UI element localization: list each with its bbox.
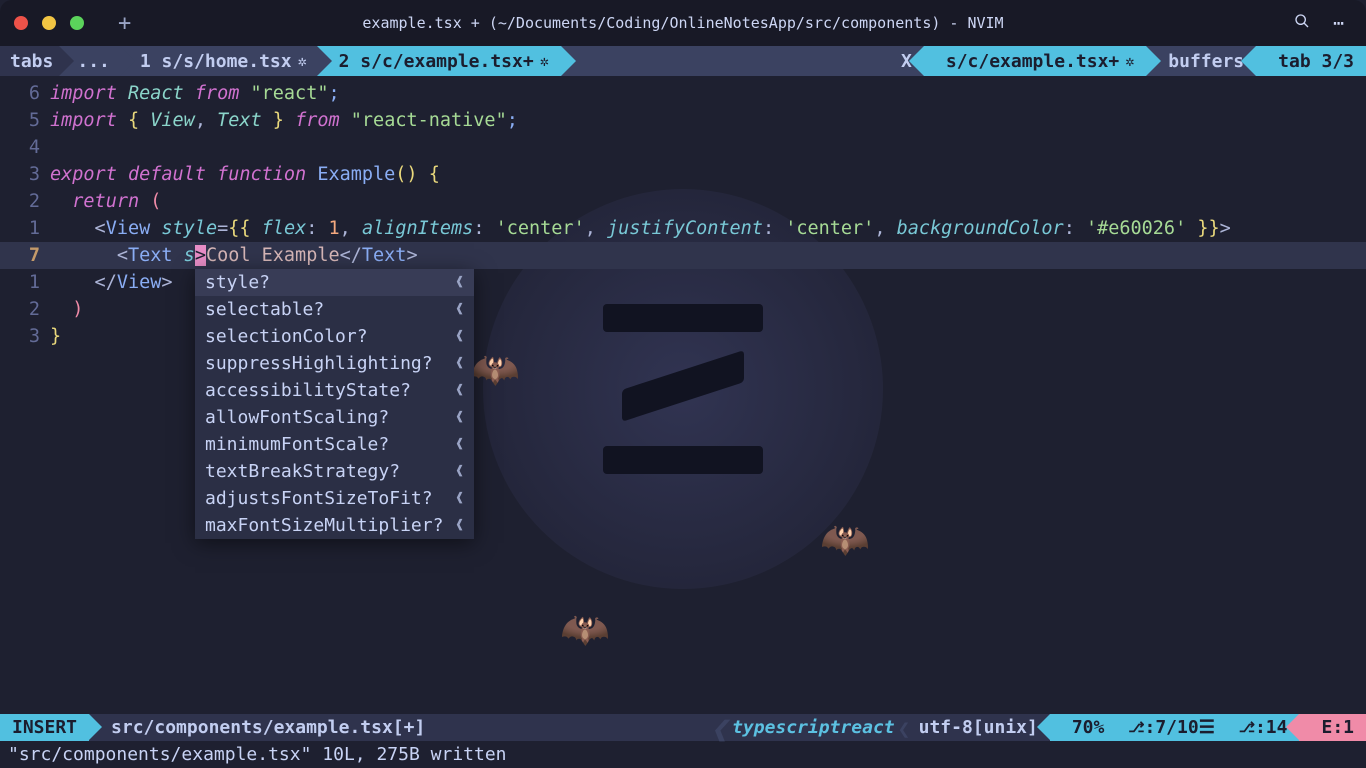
snippet-icon: ❰: [455, 404, 463, 431]
close-window-button[interactable]: [14, 16, 28, 30]
more-icon[interactable]: ⋯: [1333, 13, 1346, 34]
code-line-current: 7 <Text s>Cool Example</Text>: [0, 242, 1366, 269]
completion-item[interactable]: selectable?❰: [195, 296, 474, 323]
file-path: src/components/example.tsx[+]: [89, 714, 437, 741]
gear-icon: ✲: [1125, 52, 1134, 70]
bat-icon: 🦇: [560, 606, 610, 653]
line-indicator: ⎇:7/10☰: [1116, 714, 1226, 741]
code-line: 6import React from "react";: [0, 80, 1366, 107]
snippet-icon: ❰: [455, 485, 463, 512]
titlebar: + example.tsx + (~/Documents/Coding/Onli…: [0, 0, 1366, 46]
new-tab-icon[interactable]: +: [118, 11, 131, 36]
completion-item[interactable]: style?❰: [195, 269, 474, 296]
completion-item[interactable]: suppressHighlighting?❰: [195, 350, 474, 377]
window-title: example.tsx + (~/Documents/Coding/Online…: [0, 14, 1366, 32]
snippet-icon: ❰: [455, 458, 463, 485]
traffic-lights: [14, 16, 84, 30]
completion-popup: style?❰ selectable?❰ selectionColor?❰ su…: [195, 269, 474, 539]
buffer-active[interactable]: s/c/example.tsx+ ✲: [924, 46, 1146, 76]
code-line: 1 <View style={{ flex: 1, alignItems: 'c…: [0, 215, 1366, 242]
command-line: "src/components/example.tsx" 10L, 275B w…: [0, 741, 1366, 768]
completion-item[interactable]: minimumFontScale?❰: [195, 431, 474, 458]
completion-item[interactable]: allowFontScaling?❰: [195, 404, 474, 431]
bat-icon: 🦇: [470, 346, 520, 393]
diagnostics-error: E:1: [1299, 714, 1366, 741]
tabline: tabs ... 1 s/s/home.tsx ✲ 2 s/c/example.…: [0, 46, 1366, 76]
tab-counter: tab 3/3: [1256, 46, 1366, 76]
snippet-icon: ❰: [455, 323, 463, 350]
completion-item[interactable]: adjustsFontSizeToFit?❰: [195, 485, 474, 512]
code-line: 5import { View, Text } from "react-nativ…: [0, 107, 1366, 134]
gear-icon: ✲: [298, 52, 307, 70]
zoom-window-button[interactable]: [70, 16, 84, 30]
gear-icon: ✲: [540, 52, 549, 70]
code-line: 2 return (: [0, 188, 1366, 215]
scroll-percent: 70%: [1050, 714, 1117, 741]
code-line: 4: [0, 134, 1366, 161]
snippet-icon: ❰: [455, 350, 463, 377]
statusline: INSERT src/components/example.tsx[+] ❮ty…: [0, 714, 1366, 741]
tabs-label: tabs: [0, 46, 59, 76]
completion-item[interactable]: maxFontSizeMultiplier?❰: [195, 512, 474, 539]
snippet-icon: ❰: [455, 296, 463, 323]
snippet-icon: ❰: [455, 431, 463, 458]
code-line: 3export default function Example() {: [0, 161, 1366, 188]
snippet-icon: ❰: [455, 377, 463, 404]
cursor: >: [195, 245, 206, 266]
encoding-indicator: ❮utf-8[unix]: [907, 714, 1050, 741]
mode-indicator: INSERT: [0, 714, 89, 741]
editor-area[interactable]: 🦇 🦇 🦇 6import React from "react"; 5impor…: [0, 76, 1366, 701]
tab-2-active[interactable]: 2 s/c/example.tsx+ ✲: [317, 46, 561, 76]
buffers-label: buffers: [1146, 46, 1256, 76]
snippet-icon: ❰: [455, 512, 463, 539]
bat-icon: 🦇: [820, 516, 870, 563]
tab-1[interactable]: 1 s/s/home.tsx ✲: [120, 46, 317, 76]
search-icon[interactable]: [1294, 13, 1310, 33]
minimize-window-button[interactable]: [42, 16, 56, 30]
snippet-icon: ❰: [455, 269, 463, 296]
completion-item[interactable]: accessibilityState?❰: [195, 377, 474, 404]
completion-item[interactable]: textBreakStrategy?❰: [195, 458, 474, 485]
lsp-indicator: ❮typescriptreact: [720, 714, 907, 741]
completion-item[interactable]: selectionColor?❰: [195, 323, 474, 350]
